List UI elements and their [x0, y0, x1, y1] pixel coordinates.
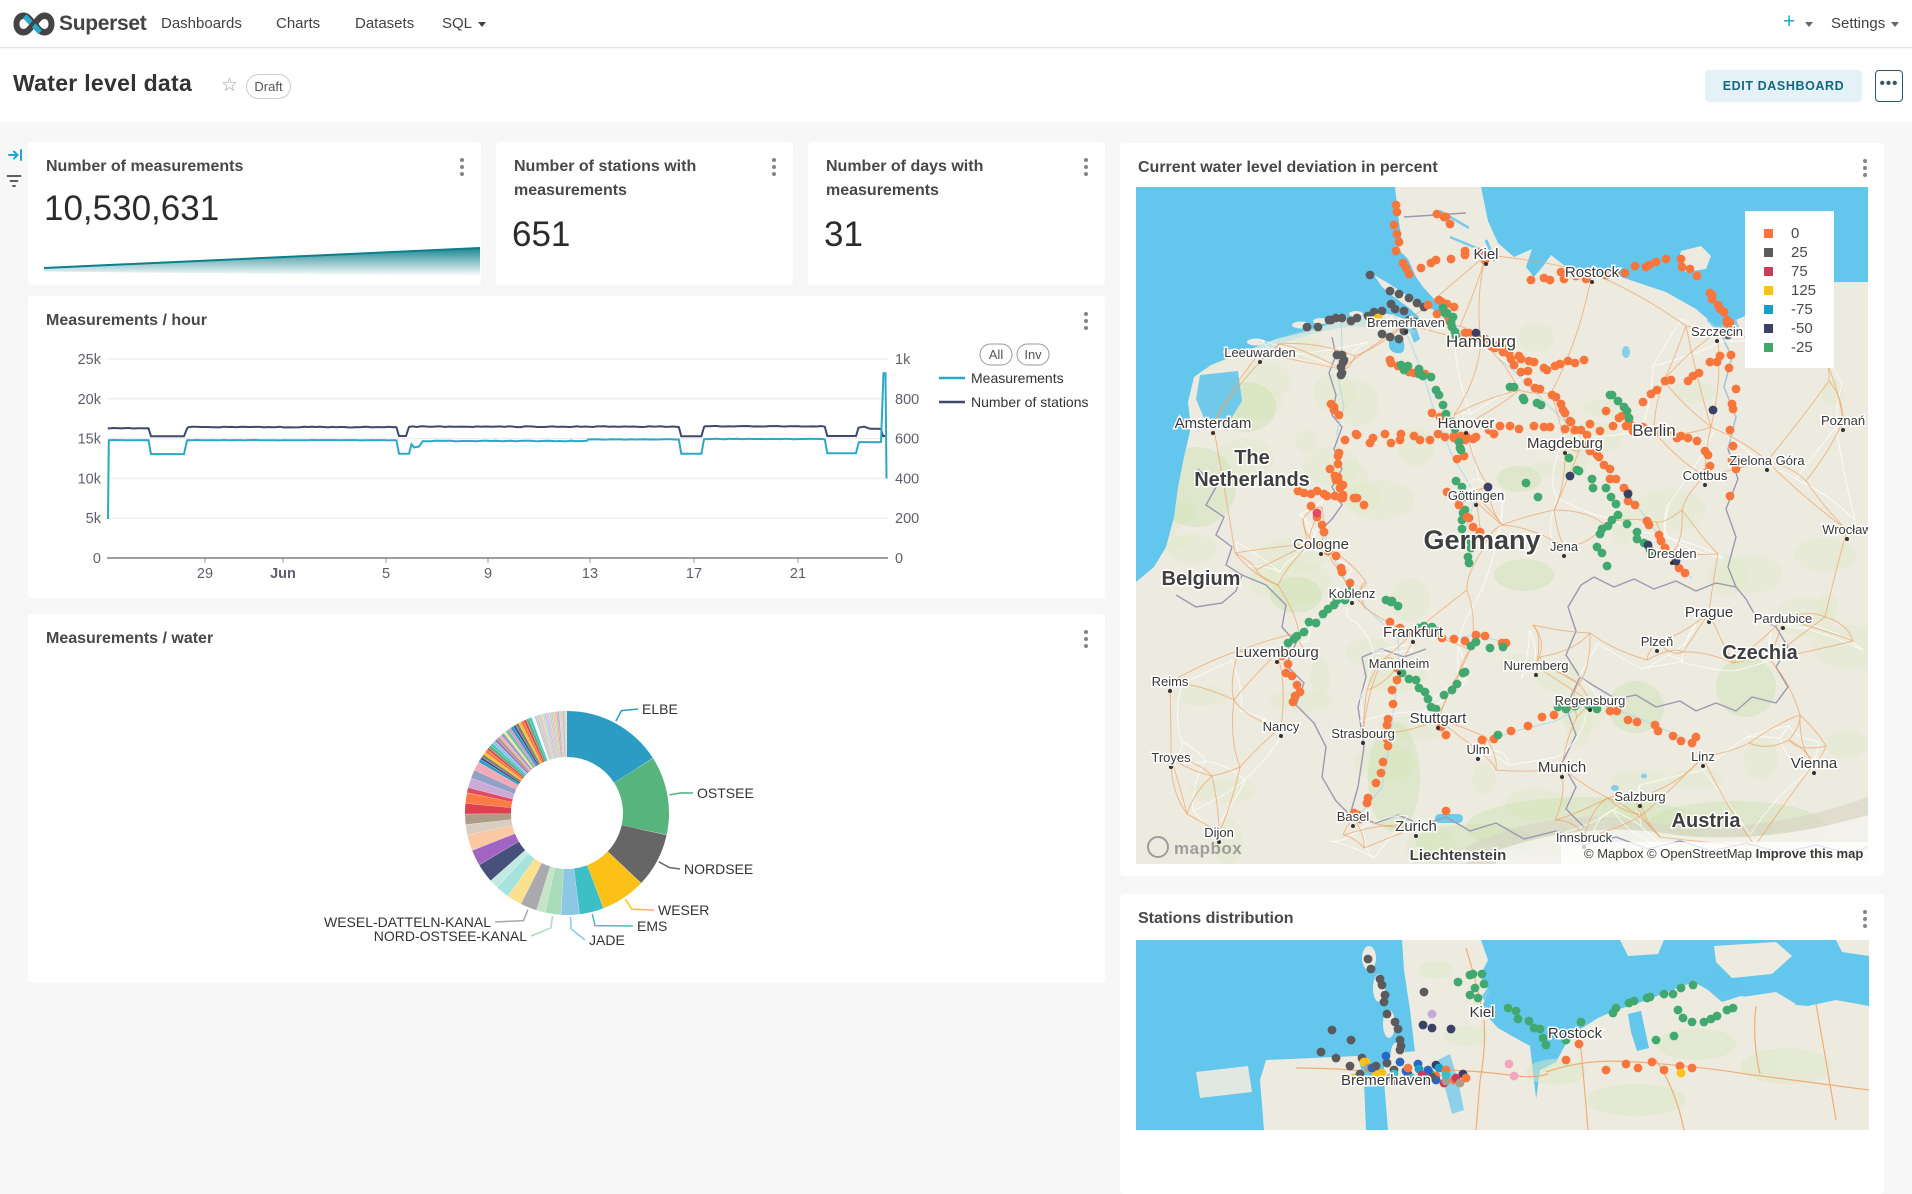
svg-text:5k: 5k [86, 511, 102, 527]
svg-text:Mannheim: Mannheim [1369, 656, 1430, 671]
svg-text:Austria: Austria [1672, 810, 1742, 832]
svg-text:Troyes: Troyes [1151, 750, 1191, 765]
svg-text:25: 25 [1791, 244, 1808, 261]
svg-text:Nancy: Nancy [1263, 719, 1300, 734]
svg-text:Measurements: Measurements [971, 370, 1064, 386]
svg-text:EMS: EMS [637, 918, 667, 934]
svg-text:ELBE: ELBE [642, 701, 678, 717]
svg-text:17: 17 [686, 566, 702, 582]
svg-text:Netherlands: Netherlands [1194, 469, 1310, 491]
svg-text:Szczecin: Szczecin [1691, 324, 1743, 339]
svg-text:-75: -75 [1791, 301, 1813, 318]
svg-text:400: 400 [895, 471, 919, 487]
svg-text:21: 21 [790, 566, 806, 582]
svg-text:Dresden: Dresden [1647, 546, 1696, 561]
svg-text:13: 13 [582, 566, 598, 582]
svg-text:Strasbourg: Strasbourg [1331, 726, 1395, 741]
svg-text:All: All [989, 347, 1004, 362]
svg-text:Koblenz: Koblenz [1329, 586, 1376, 601]
svg-text:NORDSEE: NORDSEE [684, 861, 753, 877]
svg-text:Stuttgart: Stuttgart [1410, 710, 1468, 727]
svg-text:The: The [1234, 447, 1270, 469]
svg-text:10k: 10k [78, 471, 102, 487]
svg-text:Zielona Góra: Zielona Góra [1729, 453, 1805, 468]
svg-text:Kiel: Kiel [1469, 1004, 1494, 1021]
svg-text:-50: -50 [1791, 320, 1813, 337]
svg-text:Regensburg: Regensburg [1555, 693, 1626, 708]
svg-text:Jena: Jena [1550, 539, 1579, 554]
svg-text:Hamburg: Hamburg [1446, 332, 1516, 351]
svg-text:Zurich: Zurich [1395, 818, 1437, 835]
svg-text:0: 0 [93, 551, 101, 567]
svg-text:OSTSEE: OSTSEE [697, 785, 754, 801]
svg-text:0: 0 [1791, 225, 1799, 242]
svg-text:125: 125 [1791, 282, 1816, 299]
svg-text:Belgium: Belgium [1162, 568, 1241, 590]
svg-text:Kiel: Kiel [1473, 246, 1498, 263]
svg-text:Frankfurt: Frankfurt [1383, 624, 1444, 641]
svg-text:Berlin: Berlin [1632, 421, 1675, 440]
svg-text:Pardubice: Pardubice [1754, 611, 1813, 626]
svg-text:Poznań: Poznań [1821, 413, 1865, 428]
svg-text:Germany: Germany [1423, 525, 1540, 555]
svg-text:600: 600 [895, 432, 919, 448]
svg-text:75: 75 [1791, 263, 1808, 280]
svg-text:Vienna: Vienna [1791, 755, 1838, 772]
svg-text:JADE: JADE [589, 932, 625, 948]
svg-text:Wrocław: Wrocław [1822, 522, 1868, 537]
svg-text:Reims: Reims [1152, 674, 1189, 689]
svg-text:Dijon: Dijon [1204, 825, 1234, 840]
svg-text:Number of stations: Number of stations [971, 394, 1089, 410]
svg-text:5: 5 [382, 566, 390, 582]
svg-text:Bremerhaven: Bremerhaven [1367, 315, 1445, 330]
svg-text:WESER: WESER [658, 902, 709, 918]
svg-text:NORD-OSTSEE-KANAL: NORD-OSTSEE-KANAL [374, 928, 527, 944]
svg-text:9: 9 [484, 566, 492, 582]
svg-text:Liechtenstein: Liechtenstein [1410, 847, 1507, 864]
svg-text:Luxembourg: Luxembourg [1235, 644, 1318, 661]
svg-text:Rostock: Rostock [1565, 264, 1620, 281]
svg-text:Czechia: Czechia [1722, 642, 1798, 664]
svg-text:mapbox: mapbox [1174, 839, 1242, 858]
svg-text:Inv: Inv [1024, 347, 1042, 362]
svg-text:© Mapbox © OpenStreetMap Impro: © Mapbox © OpenStreetMap Improve this ma… [1584, 846, 1863, 861]
svg-text:25k: 25k [78, 352, 102, 368]
svg-text:Hanover: Hanover [1438, 415, 1495, 432]
svg-text:20k: 20k [78, 392, 102, 408]
svg-text:Amsterdam: Amsterdam [1175, 415, 1252, 432]
svg-text:1k: 1k [895, 352, 911, 368]
svg-text:Cottbus: Cottbus [1683, 468, 1728, 483]
svg-text:Plzeň: Plzeň [1641, 634, 1674, 649]
svg-text:-25: -25 [1791, 339, 1813, 356]
svg-text:WESEL-DATTELN-KANAL: WESEL-DATTELN-KANAL [324, 914, 491, 930]
svg-text:800: 800 [895, 392, 919, 408]
svg-text:Cologne: Cologne [1293, 536, 1349, 553]
svg-text:Göttingen: Göttingen [1448, 488, 1504, 503]
svg-text:29: 29 [197, 566, 213, 582]
svg-text:Prague: Prague [1685, 604, 1733, 621]
svg-text:15k: 15k [78, 432, 102, 448]
svg-text:Linz: Linz [1691, 749, 1715, 764]
svg-text:200: 200 [895, 511, 919, 527]
svg-text:Basel: Basel [1337, 809, 1370, 824]
svg-text:Rostock: Rostock [1548, 1025, 1603, 1042]
svg-text:Magdeburg: Magdeburg [1527, 435, 1603, 452]
svg-text:Salzburg: Salzburg [1614, 789, 1665, 804]
svg-text:Munich: Munich [1538, 759, 1586, 776]
svg-text:0: 0 [895, 551, 903, 567]
svg-text:Jun: Jun [270, 566, 296, 582]
svg-text:Nuremberg: Nuremberg [1503, 658, 1568, 673]
svg-text:Leeuwarden: Leeuwarden [1224, 345, 1296, 360]
svg-text:Ulm: Ulm [1466, 742, 1489, 757]
